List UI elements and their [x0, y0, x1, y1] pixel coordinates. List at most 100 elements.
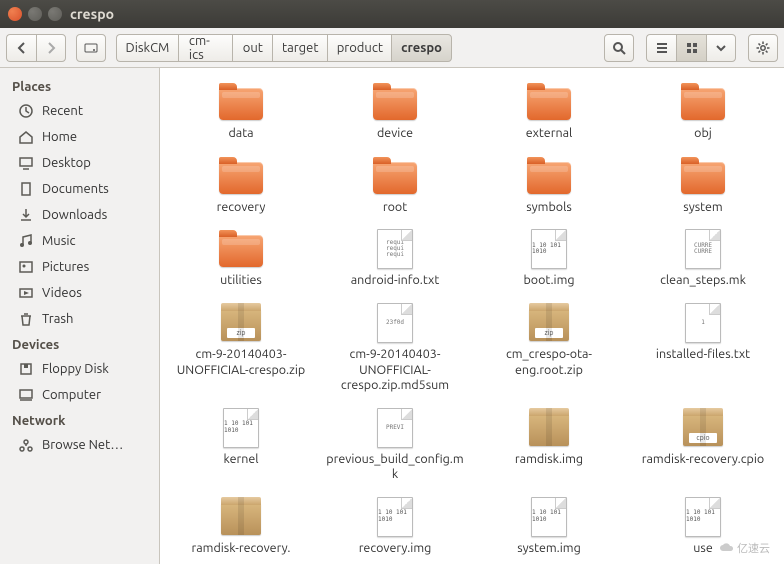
breadcrumb-segment[interactable]: cm-ics: [178, 34, 232, 62]
folder-icon: [217, 82, 265, 122]
file-item[interactable]: CURRE CURREclean_steps.mk: [626, 225, 780, 293]
sidebar-item-label: Pictures: [42, 260, 89, 274]
sidebar-section-header: Network: [0, 408, 159, 432]
file-label: root: [383, 200, 407, 216]
sidebar-item-label: Trash: [42, 312, 73, 326]
sidebar-item-label: Desktop: [42, 156, 91, 170]
trash-icon: [18, 311, 34, 327]
sidebar-item[interactable]: Desktop: [0, 150, 159, 176]
file-label: ramdisk.img: [515, 452, 583, 468]
sidebar-item[interactable]: Browse Net…: [0, 432, 159, 458]
sidebar-item-label: Home: [42, 130, 77, 144]
home-icon: [18, 129, 34, 145]
text-file-icon: PREVI: [371, 408, 419, 448]
sidebar-item[interactable]: Downloads: [0, 202, 159, 228]
search-button[interactable]: [604, 34, 634, 62]
file-label: utilities: [220, 273, 262, 289]
breadcrumb-segment[interactable]: target: [272, 34, 327, 62]
file-item[interactable]: device: [318, 78, 472, 146]
back-button[interactable]: [6, 34, 36, 62]
file-item[interactable]: 1 10 101 1010boot.img: [472, 225, 626, 293]
nav-buttons: [6, 34, 66, 62]
content-area[interactable]: data deviceexternal obj recovery root symbols…: [160, 68, 784, 564]
file-label: cm-9-20140403-UNOFFICIAL-crespo.zip: [171, 347, 311, 378]
sidebar-item[interactable]: Floppy Disk: [0, 356, 159, 382]
file-item[interactable]: 1 10 101 1010recovery.img: [318, 493, 472, 561]
sidebar-item-label: Computer: [42, 388, 101, 402]
file-item[interactable]: system: [626, 152, 780, 220]
file-label: android-info.txt: [351, 273, 440, 289]
file-item[interactable]: recovery: [164, 152, 318, 220]
file-item[interactable]: ramdisk-recovery.: [164, 493, 318, 561]
floppy-icon: [18, 361, 34, 377]
file-item[interactable]: requi requi requiandroid-info.txt: [318, 225, 472, 293]
close-icon[interactable]: [8, 7, 22, 21]
file-label: kernel: [223, 452, 258, 468]
toolbar: DiskCMcm-icsouttargetproductcrespo: [0, 28, 784, 68]
minimize-icon[interactable]: [28, 7, 42, 21]
settings-button[interactable]: [748, 34, 778, 62]
file-item[interactable]: obj: [626, 78, 780, 146]
cloud-icon: [719, 541, 733, 555]
list-view-button[interactable]: [646, 34, 676, 62]
sidebar-item-label: Videos: [42, 286, 82, 300]
file-label: installed-files.txt: [656, 347, 750, 363]
file-item[interactable]: utilities: [164, 225, 318, 293]
sidebar-item[interactable]: Computer: [0, 382, 159, 408]
folder-icon: [679, 156, 727, 196]
file-item[interactable]: ramdisk.img: [472, 404, 626, 487]
computer-icon: [18, 387, 34, 403]
file-item[interactable]: 1 10 101 1010system.img: [472, 493, 626, 561]
documents-icon: [18, 181, 34, 197]
titlebar: crespo: [0, 0, 784, 28]
package-icon: cpio: [679, 408, 727, 448]
sidebar-item-label: Documents: [42, 182, 109, 196]
file-label: cm-9-20140403-UNOFFICIAL-crespo.zip.md5s…: [325, 347, 465, 394]
folder-icon: [679, 82, 727, 122]
view-buttons: [646, 34, 736, 62]
videos-icon: [18, 285, 34, 301]
drive-icon: [84, 41, 98, 55]
sidebar-item[interactable]: Home: [0, 124, 159, 150]
forward-button[interactable]: [36, 34, 66, 62]
file-item[interactable]: zipcm-9-20140403-UNOFFICIAL-crespo.zip: [164, 299, 318, 398]
file-label: data: [228, 126, 253, 142]
view-options-button[interactable]: [706, 34, 736, 62]
file-item[interactable]: cpioramdisk-recovery.cpio: [626, 404, 780, 487]
file-item[interactable]: external: [472, 78, 626, 146]
file-item[interactable]: PREVIprevious_build_config.mk: [318, 404, 472, 487]
file-item[interactable]: 1 installed-files.txt: [626, 299, 780, 398]
file-item[interactable]: data: [164, 78, 318, 146]
search-icon: [612, 41, 626, 55]
folder-icon: [371, 156, 419, 196]
file-item[interactable]: symbols: [472, 152, 626, 220]
file-item[interactable]: root: [318, 152, 472, 220]
sidebar-item[interactable]: Videos: [0, 280, 159, 306]
breadcrumb-segment[interactable]: crespo: [391, 34, 451, 62]
file-grid: data deviceexternal obj recovery root symbols…: [164, 78, 780, 561]
maximize-icon[interactable]: [48, 7, 62, 21]
list-icon: [655, 41, 669, 55]
file-item[interactable]: 1 10 101 1010kernel: [164, 404, 318, 487]
breadcrumb-segment[interactable]: DiskCM: [116, 34, 178, 62]
text-file-icon: 1: [679, 303, 727, 343]
sidebar-item[interactable]: Music: [0, 228, 159, 254]
sidebar-item[interactable]: Pictures: [0, 254, 159, 280]
grid-view-button[interactable]: [676, 34, 706, 62]
file-label: obj: [694, 126, 712, 142]
folder-icon: [525, 156, 573, 196]
file-item[interactable]: zipcm_crespo-ota-eng.root.zip: [472, 299, 626, 398]
file-label: system.img: [517, 541, 581, 557]
music-icon: [18, 233, 34, 249]
path-toggle-button[interactable]: [76, 34, 106, 62]
breadcrumb-segment[interactable]: out: [232, 34, 272, 62]
sidebar-item[interactable]: Trash: [0, 306, 159, 332]
breadcrumb-segment[interactable]: product: [327, 34, 391, 62]
folder-icon: [525, 82, 573, 122]
file-item[interactable]: 23f0dcm-9-20140403-UNOFFICIAL-crespo.zip…: [318, 299, 472, 398]
sidebar-item[interactable]: Recent: [0, 98, 159, 124]
watermark: 亿速云: [713, 538, 776, 558]
window-title: crespo: [70, 6, 114, 22]
sidebar-item[interactable]: Documents: [0, 176, 159, 202]
file-label: recovery.img: [359, 541, 432, 557]
